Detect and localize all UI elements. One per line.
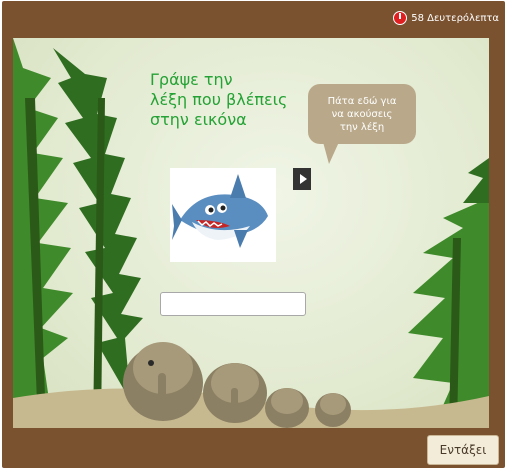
- answer-input[interactable]: [160, 292, 306, 316]
- activity-stage: Γράψε την λέξη που βλέπεις στην εικόνα Π…: [13, 38, 489, 428]
- ok-button[interactable]: Εντάξει: [427, 435, 499, 465]
- timer: 58 Δευτερόλεπτα: [393, 11, 499, 25]
- word-picture: [170, 168, 276, 262]
- hint-bubble-tail: [323, 142, 339, 164]
- instruction-title: Γράψε την λέξη που βλέπεις στην εικόνα: [150, 70, 288, 129]
- hint-bubble[interactable]: Πάτα εδώ για να ακούσεις την λέξη: [308, 84, 416, 144]
- play-audio-button[interactable]: [293, 168, 311, 190]
- timer-icon: [393, 11, 408, 25]
- shark-icon: [172, 174, 268, 248]
- timer-text: 58 Δευτερόλεπτα: [411, 12, 499, 24]
